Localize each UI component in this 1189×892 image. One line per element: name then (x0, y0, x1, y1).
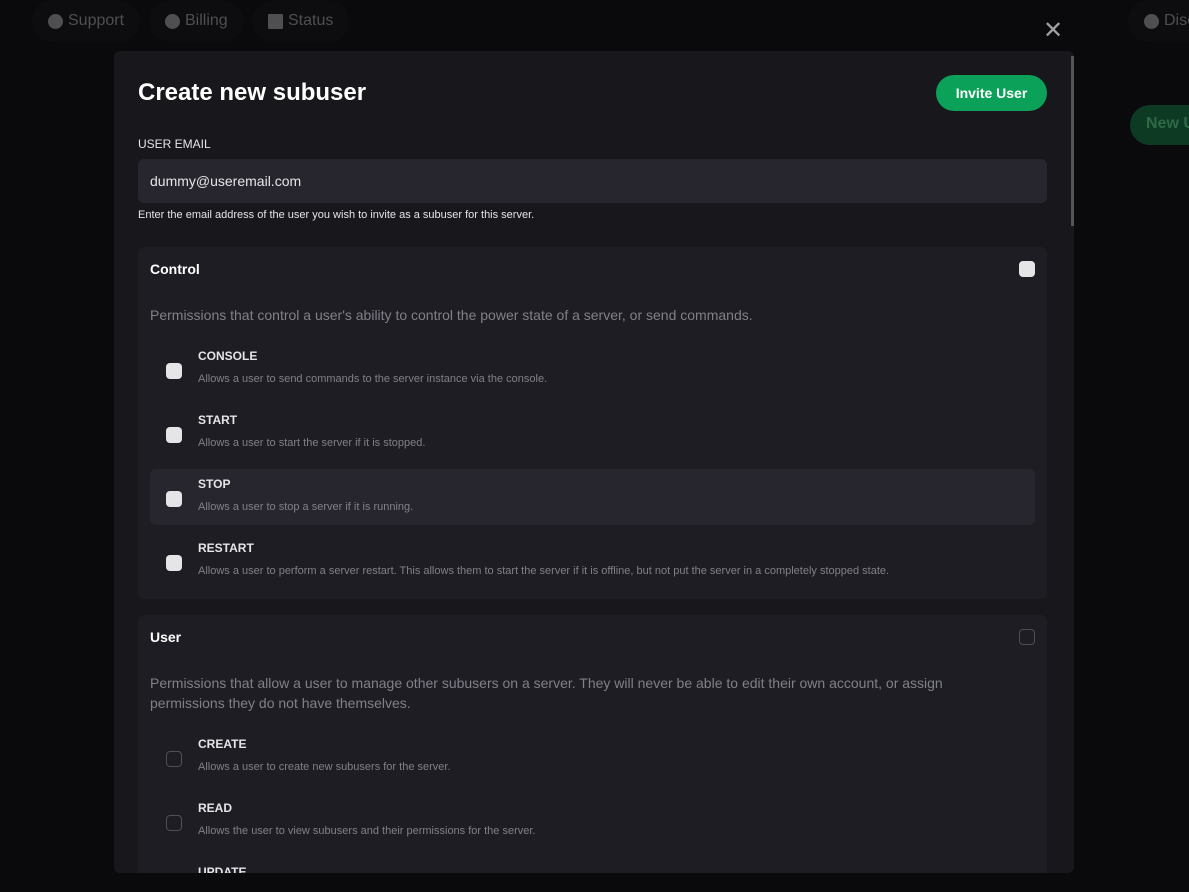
permission-checkbox[interactable] (166, 815, 182, 831)
nav-status[interactable]: Status (252, 0, 350, 42)
permission-checkbox[interactable] (166, 751, 182, 767)
nav-support[interactable]: Support (32, 0, 141, 42)
permission-name: RESTART (198, 541, 254, 555)
modal-title: Create new subuser (138, 79, 367, 106)
permission-description: Allows a user to start the server if it … (198, 437, 426, 449)
group-description: Permissions that control a user's abilit… (150, 307, 753, 323)
group-select-all-checkbox[interactable] (1019, 261, 1035, 277)
permission-row[interactable]: CONSOLE Allows a user to send commands to… (150, 341, 1035, 397)
permission-row[interactable]: RESTART Allows a user to perform a server… (150, 533, 1035, 589)
new-user-button[interactable]: New U (1130, 105, 1189, 145)
permission-checkbox[interactable] (166, 491, 182, 507)
invite-user-button[interactable]: Invite User (936, 75, 1047, 111)
group-select-all-checkbox[interactable] (1019, 629, 1035, 645)
nav-billing-label: Billing (185, 12, 228, 29)
signal-bars-icon (268, 13, 283, 29)
discord-icon (1144, 13, 1159, 29)
email-input[interactable] (138, 159, 1047, 203)
group-title: Control (150, 261, 200, 277)
permission-group-user: User Permissions that allow a user to ma… (138, 615, 1047, 873)
nav-discord-label: Disc (1164, 12, 1189, 29)
permission-name: READ (198, 801, 233, 815)
create-subuser-modal: Create new subuser Invite User USER EMAI… (114, 51, 1074, 873)
group-description: Permissions that allow a user to manage … (150, 675, 943, 711)
permission-description: Allows a user to send commands to the se… (198, 373, 548, 385)
close-icon[interactable]: ✕ (1043, 19, 1063, 43)
lifebuoy-icon (48, 13, 63, 29)
permission-description: Allows a user to create new subusers for… (198, 761, 451, 773)
email-help: Enter the email address of the user you … (138, 209, 535, 221)
permission-checkbox[interactable] (166, 363, 182, 379)
bottom-backdrop (0, 873, 1189, 892)
nav-billing[interactable]: Billing (149, 0, 244, 42)
group-title: User (150, 629, 182, 645)
permission-name: UPDATE (198, 865, 247, 873)
nav-status-label: Status (288, 12, 334, 29)
permission-name: CONSOLE (198, 349, 258, 363)
permission-checkbox[interactable] (166, 427, 182, 443)
nav-discord[interactable]: Disc (1128, 0, 1189, 42)
permission-name: CREATE (198, 737, 247, 751)
permission-row[interactable]: UPDATE (150, 857, 1035, 873)
permission-description: Allows the user to view subusers and the… (198, 825, 536, 837)
permission-group-control: Control Permissions that control a user'… (138, 247, 1047, 599)
permission-description: Allows a user to stop a server if it is … (198, 501, 414, 513)
scrollbar[interactable] (1071, 56, 1074, 226)
permission-name: STOP (198, 477, 231, 491)
permission-row[interactable]: CREATE Allows a user to create new subuse… (150, 729, 1035, 785)
nav-support-label: Support (68, 12, 125, 29)
permission-checkbox[interactable] (166, 555, 182, 571)
email-label: USER EMAIL (138, 137, 211, 151)
permission-row[interactable]: READ Allows the user to view subusers and… (150, 793, 1035, 849)
coins-icon (165, 13, 180, 29)
permission-description: Allows a user to perform a server restar… (198, 565, 890, 577)
permission-row[interactable]: STOP Allows a user to stop a server if it… (150, 469, 1035, 525)
permission-name: START (198, 413, 238, 427)
permission-row[interactable]: START Allows a user to start the server i… (150, 405, 1035, 461)
